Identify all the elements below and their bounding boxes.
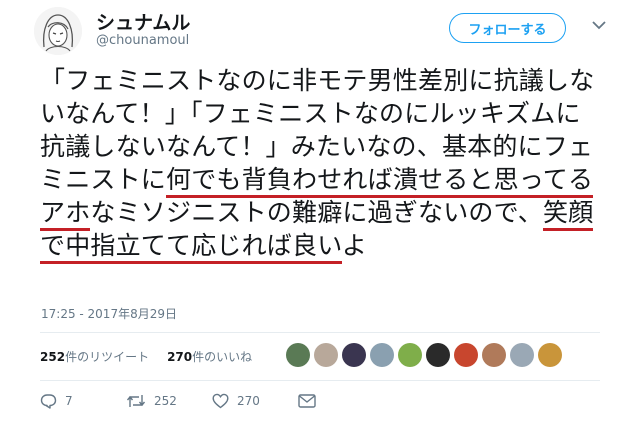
retweets-stat[interactable]: 252件のリツイート: [40, 348, 149, 365]
highlighted-text: 良い: [292, 231, 342, 264]
liker-avatar[interactable]: [286, 343, 310, 367]
user-name[interactable]: シュナムル: [96, 8, 190, 35]
tweet-stats: 252件のリツイート 270件のいいね: [40, 348, 252, 365]
liker-avatar[interactable]: [426, 343, 450, 367]
avatar-illustration: [34, 7, 82, 55]
divider: [40, 380, 600, 381]
chevron-down-icon[interactable]: [592, 20, 606, 30]
liker-avatar[interactable]: [314, 343, 338, 367]
avatar[interactable]: [34, 7, 82, 55]
mail-icon: [298, 394, 316, 408]
liker-avatar[interactable]: [454, 343, 478, 367]
tweet-text-segment: なミソジニストの難癖に過ぎないので、: [90, 198, 544, 227]
liker-avatar[interactable]: [510, 343, 534, 367]
like-count: 270: [237, 394, 260, 408]
tweet-timestamp[interactable]: 17:25 - 2017年8月29日: [41, 305, 177, 322]
message-button[interactable]: [298, 394, 316, 408]
likes-stat[interactable]: 270件のいいね: [167, 348, 252, 365]
like-button[interactable]: 270: [212, 393, 298, 409]
liker-avatar[interactable]: [398, 343, 422, 367]
likes-label: 件のいいね: [192, 350, 253, 364]
reply-count: 7: [65, 394, 73, 408]
reply-button[interactable]: 7: [40, 393, 126, 409]
tweet-text-segment: よ: [341, 231, 368, 260]
divider: [40, 332, 600, 333]
retweet-count: 252: [154, 394, 177, 408]
likes-count: 270: [167, 350, 193, 364]
retweet-icon: [126, 395, 146, 407]
retweet-button[interactable]: 252: [126, 393, 212, 409]
liker-avatar[interactable]: [482, 343, 506, 367]
liker-avatar[interactable]: [370, 343, 394, 367]
liker-avatar[interactable]: [538, 343, 562, 367]
liker-avatar[interactable]: [342, 343, 366, 367]
follow-button[interactable]: フォローする: [449, 13, 566, 43]
highlighted-text: 何でも背負わせれば: [166, 165, 393, 198]
retweets-label: 件のリツイート: [65, 350, 150, 364]
likers-list: [286, 343, 562, 367]
tweet-text: 「フェミニストなのに非モテ男性差別に抗議しないなんて！」「フェミニストなのにルッ…: [40, 64, 600, 264]
tweet-actions: 7 252 270: [40, 393, 316, 409]
reply-icon: [40, 394, 57, 409]
retweets-count: 252: [40, 350, 66, 364]
user-handle[interactable]: @chounamoul: [96, 33, 189, 48]
heart-icon: [212, 393, 229, 409]
